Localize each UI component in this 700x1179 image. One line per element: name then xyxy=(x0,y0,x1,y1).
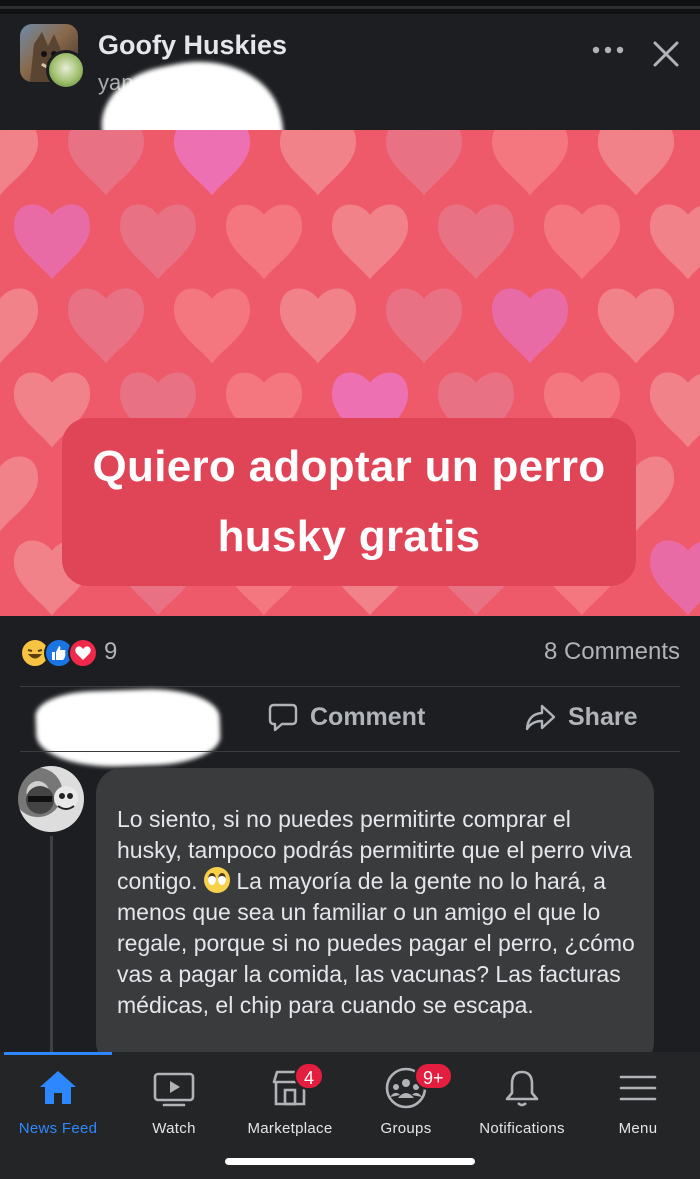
comment-label: Comment xyxy=(310,702,426,731)
reactions-summary: 9 8 Comments xyxy=(0,616,700,688)
heart-shape xyxy=(120,204,196,280)
nav-label: Menu xyxy=(618,1120,658,1137)
love-reaction-icon xyxy=(68,638,98,668)
home-indicator[interactable] xyxy=(225,1158,475,1165)
comments-count[interactable]: 8 Comments xyxy=(544,638,680,666)
nav-watch[interactable]: Watch xyxy=(116,1066,232,1137)
nav-menu[interactable]: Menu xyxy=(580,1066,696,1137)
commenter-avatar[interactable] xyxy=(18,766,84,832)
reaction-icons[interactable] xyxy=(20,638,98,668)
post-image-text: Quiero adoptar un perro husky gratis xyxy=(92,442,606,561)
nav-label: Notifications xyxy=(479,1120,565,1137)
divider xyxy=(20,751,680,752)
nav-marketplace[interactable]: 4 Marketplace xyxy=(232,1062,348,1137)
share-label: Share xyxy=(568,702,638,731)
heart-shape xyxy=(491,130,569,196)
nav-label: Groups xyxy=(380,1120,432,1137)
heart-shape xyxy=(68,288,144,364)
heart-shape xyxy=(597,130,675,196)
divider xyxy=(20,686,680,687)
share-icon xyxy=(525,704,556,731)
nav-notifications[interactable]: Notifications xyxy=(464,1066,580,1137)
heart-shape xyxy=(13,204,90,280)
heart-shape xyxy=(649,372,700,448)
rolling-eyes-emoji-icon xyxy=(203,867,230,893)
more-options-icon[interactable] xyxy=(590,38,626,62)
reaction-count[interactable]: 9 xyxy=(104,638,117,666)
heart-shape xyxy=(174,288,250,364)
heart-shape xyxy=(173,130,251,196)
heart-shape xyxy=(492,288,568,364)
heart-shape xyxy=(67,130,145,196)
comment-icon xyxy=(268,703,298,732)
heart-shape xyxy=(544,204,620,280)
heart-shape xyxy=(649,204,700,280)
nav-news-feed[interactable]: News Feed xyxy=(0,1066,116,1137)
group-name[interactable]: Goofy Huskies xyxy=(98,30,287,61)
menu-icon xyxy=(619,1075,657,1101)
share-button[interactable]: Share xyxy=(524,702,637,732)
heart-shape xyxy=(0,456,39,532)
author-avatar[interactable] xyxy=(46,50,86,90)
heart-shape xyxy=(332,204,408,280)
nav-label: Marketplace xyxy=(247,1120,333,1137)
groups-badge: 9+ xyxy=(414,1062,453,1090)
redaction-mark xyxy=(34,686,222,770)
post-text-panel: Quiero adoptar un perro husky gratis xyxy=(62,418,636,586)
heart-shape xyxy=(280,288,356,364)
heart-shape xyxy=(226,204,302,280)
heart-shape xyxy=(649,540,700,616)
status-bar xyxy=(0,0,700,14)
nav-label: Watch xyxy=(152,1120,196,1137)
post-image-card[interactable]: Quiero adoptar un perro husky gratis xyxy=(0,130,700,616)
comment-button[interactable]: Comment xyxy=(268,702,425,732)
nav-groups[interactable]: 9+ Groups xyxy=(348,1062,464,1137)
heart-shape xyxy=(279,130,357,196)
comment-bubble[interactable]: Lo siento, si no puedes permitirte compr… xyxy=(96,768,654,1068)
bell-icon xyxy=(505,1070,539,1107)
heart-shape xyxy=(386,288,462,364)
watch-icon xyxy=(153,1072,195,1107)
heart-shape xyxy=(438,204,514,280)
heart-shape xyxy=(598,288,674,364)
thread-line xyxy=(50,836,53,1052)
comment-text: Lo siento, si no puedes permitirte compr… xyxy=(117,804,636,1021)
marketplace-badge: 4 xyxy=(294,1062,324,1090)
heart-shape xyxy=(0,288,39,364)
heart-shape xyxy=(385,130,463,196)
nav-label: News Feed xyxy=(18,1120,98,1137)
active-tab-indicator xyxy=(4,1052,112,1055)
home-icon xyxy=(40,1071,76,1104)
heart-shape xyxy=(0,130,39,196)
close-icon[interactable] xyxy=(652,40,680,68)
